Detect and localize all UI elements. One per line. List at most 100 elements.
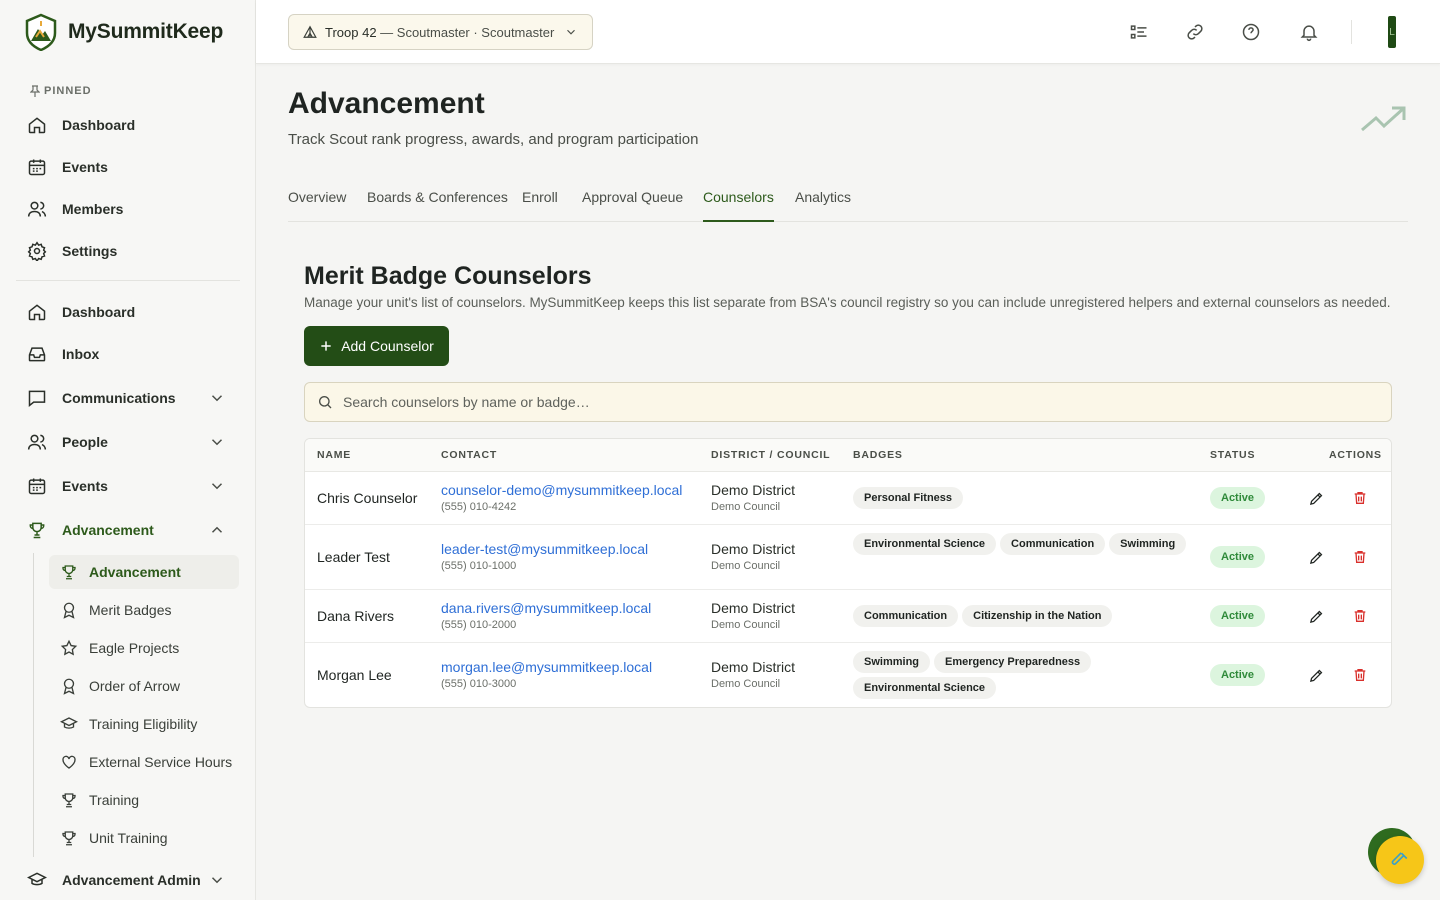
users-icon — [26, 198, 48, 220]
pinned-item-events[interactable]: Events — [26, 149, 230, 185]
trophy-icon — [26, 519, 48, 541]
district-cell: Demo District Demo Council — [711, 659, 795, 690]
chevron-down-icon[interactable] — [208, 871, 226, 889]
header-badges: BADGES — [853, 449, 903, 461]
floating-action-button[interactable] — [1376, 836, 1424, 884]
sidebar: MySummitKeep PINNED Dashboard Events Mem… — [0, 0, 256, 900]
pinned-item-members[interactable]: Members — [26, 191, 230, 227]
sidebar-item-advancement-admin[interactable]: Advancement Admin — [26, 862, 230, 898]
sidebar-item-inbox[interactable]: Inbox — [26, 336, 230, 372]
search-input[interactable] — [343, 394, 1343, 410]
subnav-item-training[interactable]: Training — [49, 783, 239, 817]
counselors-table: NAME CONTACT DISTRICT / COUNCIL BADGES S… — [304, 438, 1392, 708]
sidebar-item-communications[interactable]: Communications — [26, 380, 230, 416]
trending-up-icon — [1361, 106, 1406, 132]
counselor-email-link[interactable]: leader-test@mysummitkeep.local — [441, 541, 648, 557]
delete-icon[interactable] — [1350, 547, 1370, 567]
header-status: STATUS — [1210, 449, 1256, 461]
sidebar-item-advancement[interactable]: Advancement — [26, 512, 230, 548]
district: Demo District — [711, 600, 796, 616]
trophy-icon — [59, 828, 79, 848]
district-cell: Demo District Demo Council — [711, 482, 795, 513]
district: Demo District — [711, 659, 796, 675]
badges-cell: Environmental Science Communication Swim… — [853, 533, 1193, 555]
subnav-item-merit-badges[interactable]: Merit Badges — [49, 593, 239, 627]
add-counselor-button[interactable]: Add Counselor — [304, 326, 449, 366]
pin-icon — [30, 85, 40, 97]
delete-icon[interactable] — [1350, 665, 1370, 685]
tab-enroll[interactable]: Enroll — [522, 189, 558, 222]
avatar[interactable]: L — [1388, 16, 1396, 48]
merit-badge-tag: Emergency Preparedness — [934, 651, 1092, 673]
tent-icon — [303, 25, 317, 38]
chevron-up-icon[interactable] — [208, 521, 226, 539]
pinned-item-dashboard[interactable]: Dashboard — [26, 107, 230, 143]
calendar-icon — [26, 156, 48, 178]
edit-icon[interactable] — [1306, 488, 1326, 508]
troop-name: Troop 42 — [325, 24, 377, 40]
home-icon — [26, 301, 48, 323]
tab-boards-conferences[interactable]: Boards & Conferences — [367, 189, 508, 222]
edit-icon[interactable] — [1306, 606, 1326, 626]
brand[interactable]: MySummitKeep — [24, 13, 223, 51]
pinned-item-settings[interactable]: Settings — [26, 233, 230, 269]
topbar-separator — [1351, 20, 1352, 44]
calendar-icon — [26, 475, 48, 497]
tab-analytics[interactable]: Analytics — [795, 189, 851, 222]
subnav-item-unit-training[interactable]: Unit Training — [49, 821, 239, 855]
merit-badge-tag: Personal Fitness — [853, 487, 964, 509]
troop-selector[interactable]: Troop 42 — Scoutmaster · Scoutmaster — [288, 14, 593, 50]
edit-icon[interactable] — [1306, 665, 1326, 685]
counselor-name: Chris Counselor — [317, 490, 418, 506]
subnav-item-advancement[interactable]: Advancement — [49, 555, 239, 589]
sidebar-item-events[interactable]: Events — [26, 468, 230, 504]
header-actions: ACTIONS — [1329, 449, 1382, 461]
help-icon[interactable] — [1239, 20, 1263, 44]
counselor-phone: (555) 010-1000 — [441, 560, 517, 572]
tab-overview[interactable]: Overview — [288, 189, 346, 222]
topbar: Troop 42 — Scoutmaster · Scoutmaster L — [256, 0, 1440, 64]
counselor-email-link[interactable]: morgan.lee@mysummitkeep.local — [441, 659, 652, 675]
chevron-down-icon — [567, 29, 575, 35]
counselor-email-link[interactable]: counselor-demo@mysummitkeep.local — [441, 482, 682, 498]
flask-icon — [1391, 852, 1408, 865]
counselor-name: Dana Rivers — [317, 608, 395, 624]
chevron-down-icon[interactable] — [208, 477, 226, 495]
brand-name: MySummitKeep — [68, 20, 224, 43]
chevron-down-icon[interactable] — [208, 433, 226, 451]
subnav-item-eagle-projects[interactable]: Eagle Projects — [49, 631, 239, 665]
advancement-tabs: Overview Boards & Conferences Enroll App… — [288, 180, 1408, 222]
district: Demo District — [711, 541, 796, 557]
delete-icon[interactable] — [1350, 488, 1370, 508]
contact-cell: leader-test@mysummitkeep.local (555) 010… — [441, 541, 648, 572]
contact-cell: morgan.lee@mysummitkeep.local (555) 010-… — [441, 659, 652, 690]
subnav-item-external-service-hours[interactable]: External Service Hours — [49, 745, 239, 779]
bell-icon[interactable] — [1297, 20, 1321, 44]
star-icon — [59, 638, 79, 658]
heart-icon — [59, 752, 79, 772]
trophy-icon — [59, 790, 79, 810]
council: Demo Council — [711, 501, 781, 513]
status-badge: Active — [1210, 487, 1266, 509]
merit-badge-tag: Communication — [853, 605, 959, 627]
delete-icon[interactable] — [1350, 606, 1370, 626]
tab-counselors[interactable]: Counselors — [703, 189, 774, 222]
council: Demo Council — [711, 619, 781, 631]
chevron-down-icon[interactable] — [208, 389, 226, 407]
counselor-email-link[interactable]: dana.rivers@mysummitkeep.local — [441, 600, 651, 616]
link-icon[interactable] — [1183, 20, 1207, 44]
gear-icon — [26, 240, 48, 262]
table-row: Chris Counselor counselor-demo@mysummitk… — [305, 472, 1391, 525]
subnav-item-order-of-arrow[interactable]: Order of Arrow — [49, 669, 239, 703]
medal-icon — [59, 600, 79, 620]
subnav-item-training-eligibility[interactable]: Training Eligibility — [49, 707, 239, 741]
troop-role: — Scoutmaster · Scoutmaster — [376, 24, 555, 40]
merit-badge-tag: Communication — [1000, 533, 1106, 555]
edit-icon[interactable] — [1306, 547, 1326, 567]
mountain-logo-icon — [25, 13, 57, 51]
tab-approval-queue[interactable]: Approval Queue — [582, 189, 683, 222]
status-badge: Active — [1210, 605, 1266, 627]
sidebar-item-people[interactable]: People — [26, 424, 230, 460]
checklist-icon[interactable] — [1127, 20, 1151, 44]
sidebar-item-dashboard[interactable]: Dashboard — [26, 294, 230, 330]
